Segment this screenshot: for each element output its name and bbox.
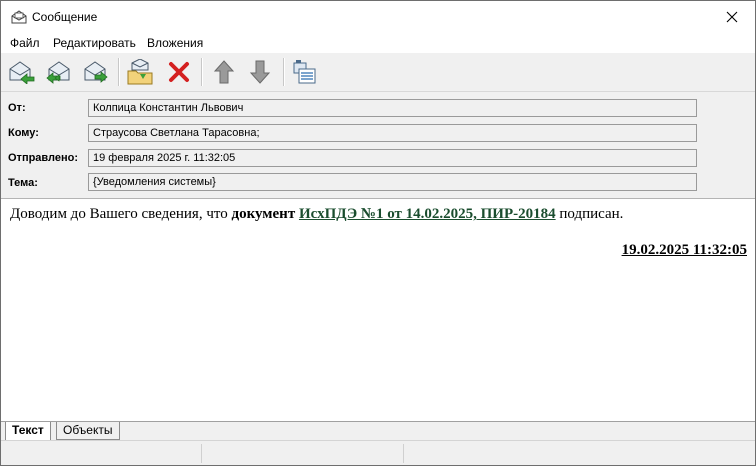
menu-attachments[interactable]: Вложения [147, 36, 203, 50]
title-bar: Сообщение [1, 1, 755, 33]
envelope-icon [11, 10, 27, 24]
properties-icon [293, 60, 316, 84]
save-to-folder-icon [127, 59, 153, 85]
toolbar-separator [283, 58, 284, 86]
menu-bar: Файл Редактировать Вложения [1, 33, 755, 53]
message-body: Доводим до Вашего сведения, что документ… [1, 199, 755, 421]
body-date: 19.02.2025 11:32:05 [621, 242, 747, 258]
to-label: Кому: [8, 127, 39, 139]
next-icon [249, 60, 271, 84]
forward-button[interactable] [81, 57, 111, 87]
status-cell [1, 444, 202, 463]
to-field[interactable]: Страусова Светлана Тарасовна; [88, 124, 697, 142]
close-icon [726, 11, 738, 23]
toolbar-separator [201, 58, 202, 86]
tab-objects[interactable]: Объекты [56, 422, 120, 440]
menu-edit[interactable]: Редактировать [53, 36, 136, 50]
subject-label: Тема: [8, 177, 38, 189]
from-label: От: [8, 102, 26, 114]
toolbar-separator [118, 58, 119, 86]
document-link[interactable]: ИсхПДЭ №1 от 14.02.2025, ПИР-20184 [299, 206, 556, 222]
sent-label: Отправлено: [8, 152, 79, 164]
subject-field[interactable]: {Уведомления системы} [88, 173, 697, 191]
from-field[interactable]: Колпица Константин Львович [88, 99, 697, 117]
toolbar [1, 53, 755, 92]
body-text-after: подписан. [555, 206, 624, 222]
reply-all-icon [46, 61, 70, 84]
menu-file[interactable]: Файл [10, 36, 40, 50]
properties-button[interactable] [290, 57, 320, 87]
reply-button[interactable] [7, 57, 37, 87]
delete-icon [169, 62, 189, 82]
delete-button[interactable] [164, 57, 194, 87]
close-button[interactable] [709, 1, 755, 33]
forward-icon [84, 61, 108, 83]
window-title: Сообщение [32, 10, 98, 24]
status-cell [203, 444, 404, 463]
previous-message-button[interactable] [209, 57, 239, 87]
tab-strip: Текст Объекты [1, 421, 755, 441]
status-bar [1, 440, 755, 465]
previous-icon [213, 60, 235, 84]
body-text-before: Доводим до Вашего сведения, что [10, 206, 232, 222]
body-text: Доводим до Вашего сведения, что документ… [10, 206, 623, 223]
tab-text[interactable]: Текст [5, 422, 51, 441]
next-message-button[interactable] [245, 57, 275, 87]
document-word: документ [231, 206, 296, 222]
sent-field[interactable]: 19 февраля 2025 г. 11:32:05 [88, 149, 697, 167]
reply-icon [9, 61, 35, 84]
message-header: От: Колпица Константин Львович Кому: Стр… [1, 92, 755, 199]
message-window: Сообщение Файл Редактировать Вложения От… [0, 0, 756, 466]
reply-all-button[interactable] [44, 57, 74, 87]
save-to-folder-button[interactable] [125, 57, 155, 87]
